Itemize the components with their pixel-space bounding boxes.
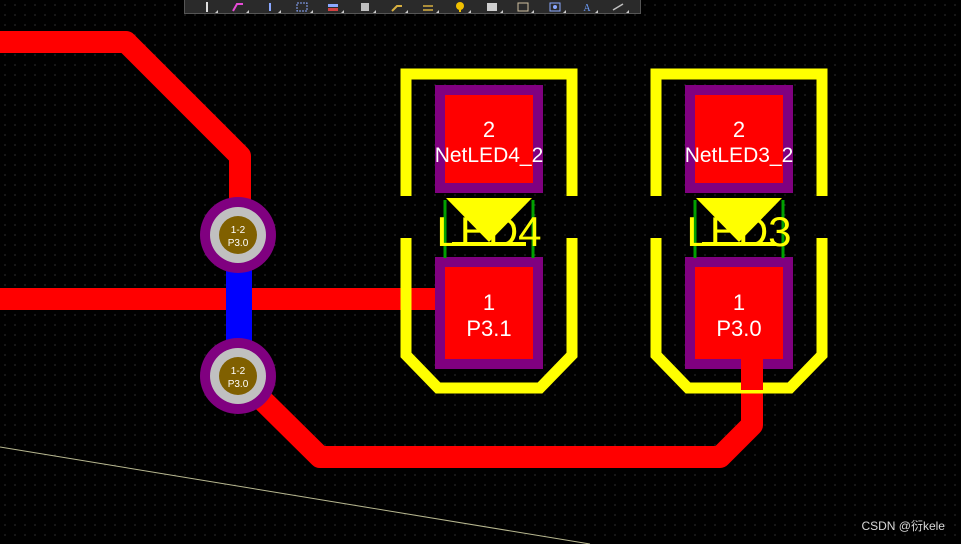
pcb-view[interactable]: 1-2 P3.0 1-2 P3.0 2 NetLED4_2 1 P3.1 LED… <box>0 0 961 544</box>
via-net-label: P3.0 <box>228 379 249 390</box>
trace-pad-stub[interactable] <box>741 340 763 390</box>
dimension-icon[interactable] <box>546 1 566 13</box>
probe-tool-icon[interactable] <box>261 1 282 13</box>
align-icon[interactable] <box>324 1 345 13</box>
component-designator: LED3 <box>686 208 791 255</box>
interactive-route-icon[interactable] <box>388 1 408 13</box>
via-icon[interactable] <box>451 1 471 13</box>
pad-number: 2 <box>733 117 745 142</box>
svg-text:A: A <box>583 3 591 12</box>
pin-tool-icon[interactable] <box>198 1 218 13</box>
pad-number: 1 <box>483 290 495 315</box>
text-tool-icon[interactable]: A <box>578 1 598 13</box>
pad-number: 1 <box>733 290 745 315</box>
active-bar-toolbar: A <box>184 0 641 14</box>
pad-net-label: NetLED3_2 <box>685 144 794 167</box>
via-layers-label: 1-2 <box>231 225 246 236</box>
fill-icon[interactable] <box>483 1 503 13</box>
pad-net-label: P3.0 <box>716 316 761 341</box>
region-icon[interactable] <box>514 1 535 13</box>
via-net-label: P3.0 <box>228 238 249 249</box>
via-upper[interactable]: 1-2 P3.0 <box>200 197 276 273</box>
select-rect-icon[interactable] <box>293 1 313 13</box>
component-designator: LED4 <box>436 208 541 255</box>
diff-pair-icon[interactable] <box>419 1 440 13</box>
component-icon[interactable] <box>356 1 377 13</box>
watermark-label: CSDN @衍kele <box>861 519 945 533</box>
via-lower[interactable]: 1-2 P3.0 <box>200 338 276 414</box>
route-tool-icon[interactable] <box>229 1 250 13</box>
via-layers-label: 1-2 <box>231 366 246 377</box>
line-tool-icon[interactable] <box>609 1 630 13</box>
pcb-canvas[interactable]: 1-2 P3.0 1-2 P3.0 2 NetLED4_2 1 P3.1 LED… <box>0 0 961 544</box>
pad-number: 2 <box>483 117 495 142</box>
pad-net-label: P3.1 <box>466 316 511 341</box>
pad-net-label: NetLED4_2 <box>435 144 544 167</box>
